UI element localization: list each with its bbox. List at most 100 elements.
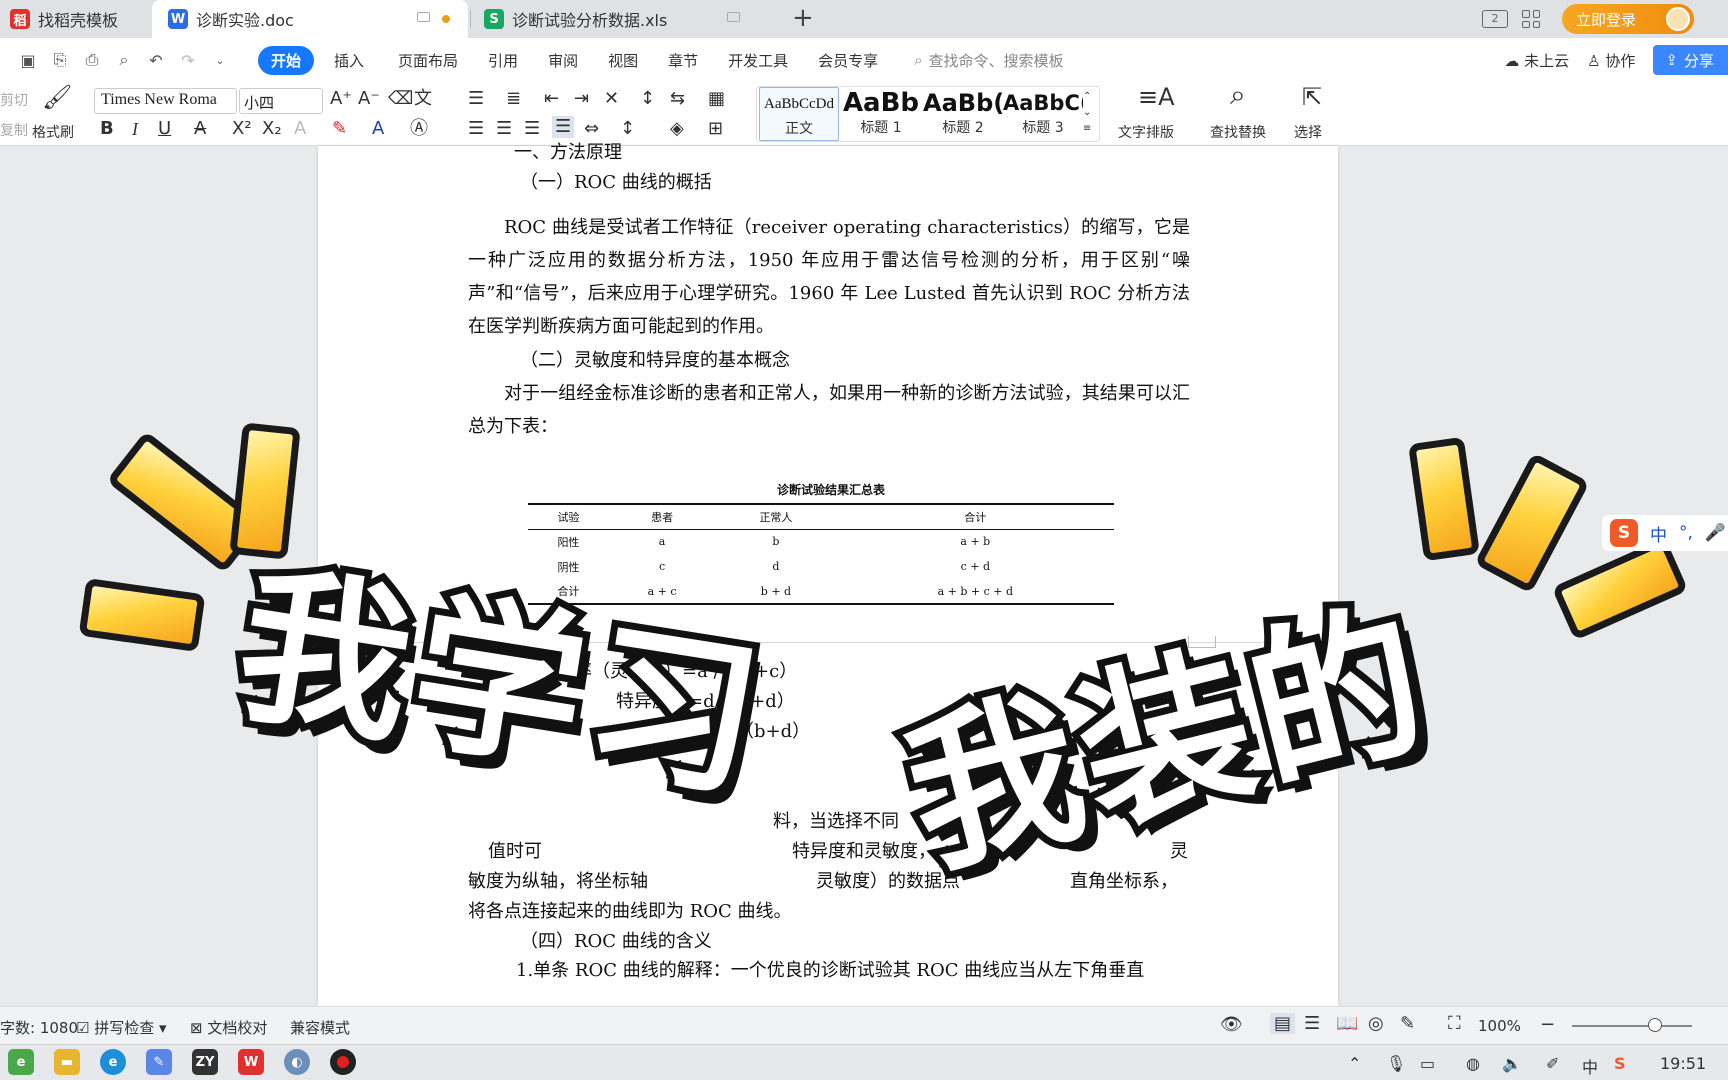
underline-icon[interactable]: U bbox=[158, 118, 171, 140]
page-view-icon[interactable]: ▤ bbox=[1270, 1013, 1296, 1034]
ime-punctuation[interactable]: °, bbox=[1679, 523, 1693, 543]
tray-expand-icon[interactable]: ⌃ bbox=[1348, 1054, 1361, 1073]
command-search[interactable]: ⌕ 查找命令、搜索模板 bbox=[914, 50, 1063, 71]
tab-docer-templates[interactable]: 稻 找稻壳模板 bbox=[0, 0, 152, 38]
align-left-icon[interactable]: ☰ bbox=[468, 118, 484, 140]
tab-active-document[interactable]: W 诊断实验.doc bbox=[152, 0, 468, 38]
zoom-slider[interactable] bbox=[1572, 1025, 1692, 1027]
justify-icon[interactable]: ☰ bbox=[552, 116, 575, 138]
align-right-icon[interactable]: ☰ bbox=[524, 118, 540, 140]
tray-volume-icon[interactable]: 🔈 bbox=[1502, 1054, 1522, 1073]
distribute-icon[interactable]: ⇔ bbox=[584, 118, 599, 140]
print-preview-icon[interactable]: ⌕ bbox=[114, 50, 134, 70]
window-count-icon[interactable]: 2 bbox=[1482, 10, 1508, 28]
new-tab-icon[interactable]: + bbox=[792, 4, 814, 32]
tray-mic-icon[interactable]: 🎙 bbox=[1386, 1054, 1406, 1073]
bold-icon[interactable]: B bbox=[100, 118, 114, 140]
reading-view-icon[interactable]: 📖 bbox=[1336, 1013, 1358, 1034]
numbered-list-icon[interactable]: ≣ bbox=[506, 88, 521, 110]
select-button[interactable]: 选择 bbox=[1294, 122, 1322, 142]
document-page[interactable]: 一、方法原理 （一）ROC 曲线的概括 ROC 曲线是受试者工作特征（recei… bbox=[318, 142, 1338, 1006]
web-view-icon[interactable]: ◎ bbox=[1368, 1013, 1384, 1034]
zoom-out-icon[interactable]: − bbox=[1540, 1014, 1555, 1035]
tab-spreadsheet[interactable]: S 诊断试验分析数据.xls bbox=[472, 0, 782, 38]
menu-review[interactable]: 审阅 bbox=[548, 50, 578, 71]
bullet-list-icon[interactable]: ☰ bbox=[468, 88, 484, 110]
char-border-icon[interactable]: Ⓐ bbox=[410, 118, 428, 140]
copy-button[interactable]: 复制 bbox=[0, 120, 28, 140]
cloud-status[interactable]: ☁ 未上云 bbox=[1504, 50, 1569, 71]
highlight-icon[interactable]: ✎ bbox=[332, 118, 347, 140]
font-name-select[interactable]: Times New Roma bbox=[94, 88, 237, 114]
share-button[interactable]: ⇪ 分享 bbox=[1653, 45, 1728, 75]
text-effect-icon[interactable]: A bbox=[294, 118, 306, 140]
zoom-slider-knob[interactable] bbox=[1648, 1018, 1662, 1032]
apps-grid-icon[interactable] bbox=[1522, 10, 1540, 28]
style-heading-1[interactable]: AaBb 标题 1 bbox=[841, 87, 921, 141]
spell-check-toggle[interactable]: ☑ 拼写检查 ▾ bbox=[76, 1017, 167, 1038]
save-icon[interactable]: ▣ bbox=[18, 51, 38, 70]
indent-icon[interactable]: ⇥ bbox=[574, 88, 589, 110]
tray-pen-icon[interactable]: ✐ bbox=[1546, 1054, 1559, 1073]
notes-icon[interactable]: ✎ bbox=[146, 1049, 172, 1075]
ime-mode[interactable]: 中 bbox=[1650, 521, 1667, 546]
style-normal[interactable]: AaBbCcDd 正文 bbox=[759, 87, 839, 141]
microphone-icon[interactable]: 🎤 bbox=[1705, 523, 1726, 543]
menu-home[interactable]: 开始 bbox=[258, 45, 315, 75]
monitor-icon[interactable] bbox=[417, 12, 430, 22]
chinese-layout-icon[interactable]: ✕ bbox=[604, 88, 619, 110]
tray-network-icon[interactable]: ◍ bbox=[1466, 1054, 1480, 1073]
file-explorer-icon[interactable]: ▬ bbox=[54, 1049, 80, 1075]
login-button[interactable]: 立即登录 bbox=[1562, 4, 1694, 34]
format-painter-icon[interactable]: 🖌 bbox=[42, 85, 72, 109]
tray-sogou-icon[interactable]: S bbox=[1614, 1054, 1626, 1073]
show-marks-icon[interactable]: ⇆ bbox=[670, 88, 685, 110]
tray-battery-icon[interactable]: ▭ bbox=[1420, 1054, 1435, 1073]
taskbar-clock[interactable]: 19:51 bbox=[1660, 1054, 1706, 1073]
style-heading-3[interactable]: AaBbC( 标题 3 bbox=[1003, 87, 1083, 141]
text-layout-button[interactable]: 文字排版 bbox=[1118, 122, 1174, 142]
select-cursor-icon[interactable]: ⇱ bbox=[1302, 85, 1322, 109]
recorder-icon[interactable] bbox=[330, 1049, 356, 1075]
gallery-scroll-icon[interactable]: ⌃ ⌄ ≡ bbox=[1083, 89, 1091, 137]
grow-font-icon[interactable]: A⁺ bbox=[330, 88, 352, 110]
fit-page-icon[interactable]: ⛶ bbox=[1448, 1013, 1461, 1034]
wps-icon[interactable]: W bbox=[238, 1049, 264, 1075]
italic-icon[interactable]: I bbox=[132, 118, 138, 140]
outdent-icon[interactable]: ⇤ bbox=[544, 88, 559, 110]
shading-icon[interactable]: ◈ bbox=[670, 118, 684, 140]
customize-icon[interactable]: ⌄ bbox=[210, 54, 230, 67]
edge-icon[interactable]: e bbox=[100, 1049, 126, 1075]
find-replace-button[interactable]: 查找替换 bbox=[1210, 122, 1266, 142]
tray-ime-mode[interactable]: 中 bbox=[1582, 1054, 1598, 1078]
format-painter-label[interactable]: 格式刷 bbox=[32, 122, 74, 142]
style-heading-2[interactable]: AaBb( 标题 2 bbox=[923, 87, 1003, 141]
text-layout-icon[interactable]: ≡A bbox=[1138, 85, 1175, 109]
export-icon[interactable]: ⎘ bbox=[50, 50, 70, 70]
redo-icon[interactable]: ↷ bbox=[178, 51, 198, 70]
collab-button[interactable]: ♙ 协作 bbox=[1587, 50, 1635, 71]
subscript-icon[interactable]: X₂ bbox=[262, 118, 282, 140]
find-icon[interactable]: ⌕ bbox=[1230, 81, 1246, 109]
menu-references[interactable]: 引用 bbox=[488, 50, 518, 71]
doc-proof-button[interactable]: ⊠ 文档校对 bbox=[190, 1017, 267, 1038]
zoom-level[interactable]: 100% bbox=[1478, 1017, 1521, 1035]
word-count[interactable]: 字数: 1080 bbox=[0, 1017, 78, 1038]
clear-format-icon[interactable]: ⌫ bbox=[388, 88, 413, 110]
ime-toolbar[interactable]: S 中 °, 🎤 bbox=[1602, 515, 1728, 551]
cut-button[interactable]: 剪切 bbox=[0, 90, 28, 110]
borders-icon[interactable]: ⊞ bbox=[708, 118, 723, 140]
outline-view-icon[interactable]: ☰ bbox=[1304, 1013, 1320, 1034]
eye-protection-icon[interactable]: 👁 bbox=[1220, 1014, 1243, 1035]
menu-view[interactable]: 视图 bbox=[608, 50, 638, 71]
zy-app-icon[interactable]: ZY bbox=[192, 1049, 218, 1075]
write-view-icon[interactable]: ✎ bbox=[1400, 1013, 1415, 1034]
strikethrough-icon[interactable]: A bbox=[194, 118, 206, 140]
phonetic-icon[interactable]: 文 bbox=[414, 88, 432, 110]
table-grid-icon[interactable]: ▦ bbox=[708, 88, 725, 110]
menu-developer[interactable]: 开发工具 bbox=[728, 50, 788, 71]
menu-page-layout[interactable]: 页面布局 bbox=[398, 50, 458, 71]
font-size-select[interactable]: 小四 bbox=[239, 88, 323, 114]
document-body[interactable]: 一、方法原理 （一）ROC 曲线的概括 ROC 曲线是受试者工作特征（recei… bbox=[318, 142, 1338, 1006]
superscript-icon[interactable]: X² bbox=[232, 118, 252, 140]
